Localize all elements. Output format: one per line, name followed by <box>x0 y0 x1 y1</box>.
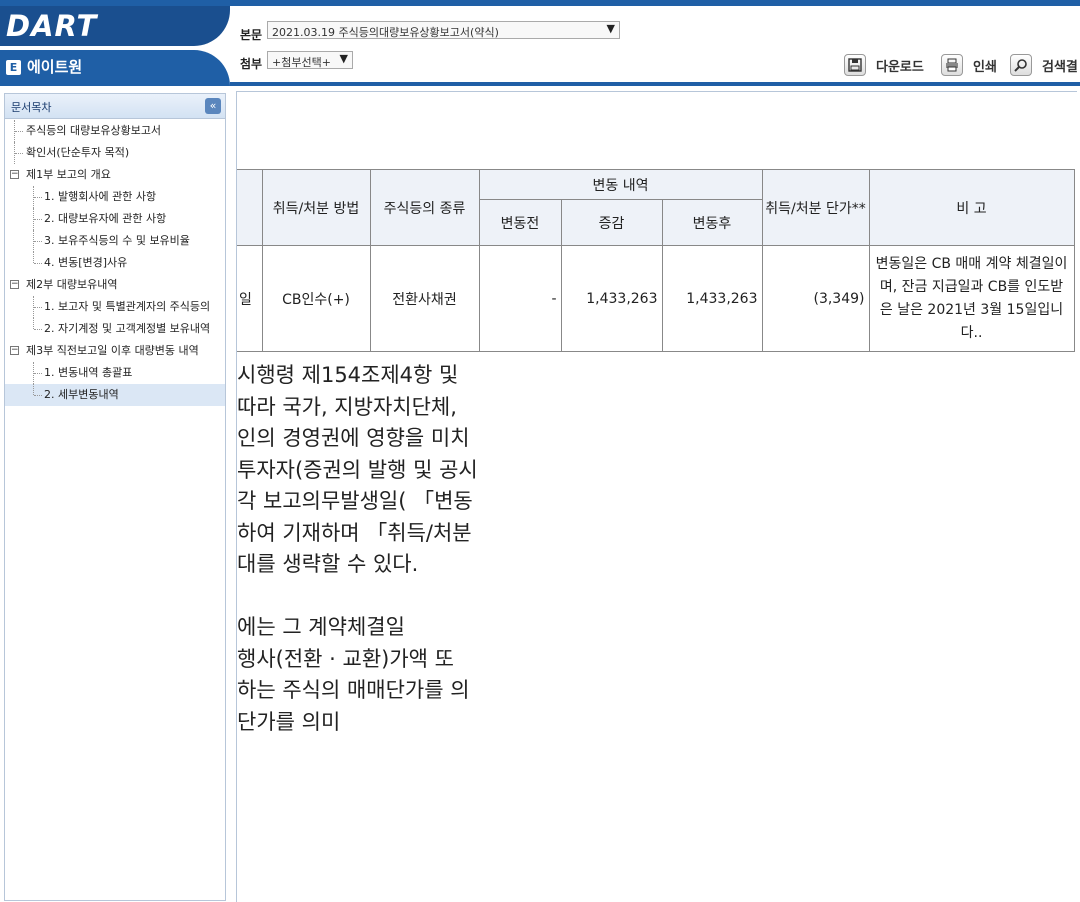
footnote-line: 하는 주식의 매매단가를 의 <box>237 678 470 702</box>
toc-section[interactable]: − 제1부 보고의 개요 <box>5 164 225 186</box>
toc-item[interactable]: 2. 자기계정 및 고객계정별 보유내역 <box>5 318 225 340</box>
price-cell: (3,349) <box>761 245 870 352</box>
collapse-sidebar-button[interactable]: « <box>205 98 221 114</box>
company-banner: E 에이트원 <box>0 50 230 86</box>
toc-item[interactable]: 4. 변동[변경]사유 <box>5 252 225 274</box>
toc-item[interactable]: 주식등의 대량보유상황보고서 <box>5 120 225 142</box>
table-row: 일 CB인수(+) 전환사채권 - 1,433,263 1,433,263 (3… <box>237 245 1075 352</box>
footnote-line: 하여 기재하며 「취득/처분 <box>237 520 472 545</box>
search-button[interactable]: 검색결 <box>1010 52 1078 78</box>
price-header: 취득/처분 단가** <box>761 169 870 246</box>
main-doc-label: 본문 <box>240 28 263 42</box>
toc-item[interactable]: 3. 보유주식등의 수 및 보유비율 <box>5 230 225 252</box>
collapse-toggle-icon[interactable]: − <box>10 346 19 355</box>
brand-area: DART E 에이트원 <box>0 6 230 90</box>
attachment-select-value: +첨부선택+ <box>272 56 331 69</box>
download-button[interactable]: 다운로드 <box>844 52 924 78</box>
footnote-line: 인의 경영권에 영향을 미치 <box>237 426 470 450</box>
footnote-line: 따라 국가, 지방자치단체, <box>237 394 457 419</box>
toc-item[interactable]: 2. 대량보유자에 관한 사항 <box>5 208 225 230</box>
toc-item[interactable]: 1. 변동내역 총괄표 <box>5 362 225 384</box>
company-icon: E <box>6 60 21 75</box>
toc-item[interactable]: 1. 보고자 및 특별관계자의 주식등의 <box>5 296 225 318</box>
document-toolbar: 본문 2021.03.19 주식등의대량보유상황보고서(약식) ▼ 첨부 +첨부… <box>230 6 1080 84</box>
toc-item[interactable]: 확인서(단순투자 목적) <box>5 142 225 164</box>
toc-header: 문서목차 « <box>5 94 225 119</box>
toc-item[interactable]: 1. 발행회사에 관한 사항 <box>5 186 225 208</box>
note-header: 비 고 <box>868 169 1075 246</box>
header-divider <box>230 82 1080 86</box>
dart-logo: DART <box>6 9 98 43</box>
logo-banner[interactable]: DART <box>0 6 230 46</box>
kind-header: 주식등의 종류 <box>369 169 480 246</box>
main-doc-select[interactable]: 2021.03.19 주식등의대량보유상황보고서(약식) ▼ <box>267 21 620 39</box>
company-name: 에이트원 <box>27 58 83 76</box>
collapse-toggle-icon[interactable]: − <box>10 170 19 179</box>
main-doc-select-value: 2021.03.19 주식등의대량보유상황보고서(약식) <box>272 26 499 39</box>
chevron-down-icon: ▼ <box>339 52 348 65</box>
cut-off-header-cell <box>237 169 263 246</box>
toc-item-selected[interactable]: 2. 세부변동내역 <box>5 384 225 406</box>
printer-icon <box>941 54 963 76</box>
after-header: 변동후 <box>661 199 763 246</box>
kind-cell: 전환사채권 <box>369 245 480 352</box>
method-cell: CB인수(+) <box>261 245 371 352</box>
change-detail-table: 취득/처분 방법 주식등의 종류 변동 내역 취득/처분 단가** 비 고 변동… <box>237 169 1075 352</box>
save-icon <box>844 54 866 76</box>
footnote-line: 시행령 제154조제4항 및 <box>237 363 459 387</box>
note-cell: 변동일은 CB 매매 계약 체결일이며, 잔금 지급일과 CB를 인도받은 날은… <box>868 245 1075 352</box>
collapse-toggle-icon[interactable]: − <box>10 280 19 289</box>
footnote-line: 각 보고의무발생일( 「변동 <box>237 489 473 513</box>
method-header: 취득/처분 방법 <box>261 169 371 246</box>
toc-title: 문서목차 <box>11 101 52 114</box>
date-cell: 일 <box>237 245 263 352</box>
download-label: 다운로드 <box>876 59 924 75</box>
search-label: 검색결 <box>1042 59 1078 75</box>
toc-section[interactable]: − 제3부 직전보고일 이후 대량변동 내역 <box>5 340 225 362</box>
footnote-line: 투자자(증권의 발행 및 공시 <box>237 457 478 482</box>
toc-sidebar: 문서목차 « 주식등의 대량보유상황보고서 확인서(단순투자 목적) − 제1부… <box>4 93 226 901</box>
toc-section[interactable]: − 제2부 대량보유내역 <box>5 274 225 296</box>
footnote-line: 단가를 의미 <box>237 709 341 734</box>
after-cell: 1,433,263 <box>661 245 763 352</box>
attachment-select[interactable]: +첨부선택+ ▼ <box>267 51 353 69</box>
footnote-line: 대를 생략할 수 있다. <box>237 552 419 576</box>
document-viewer[interactable]: 취득/처분 방법 주식등의 종류 변동 내역 취득/처분 단가** 비 고 변동… <box>236 91 1077 902</box>
footnote-line <box>237 581 478 613</box>
toc-tree: 주식등의 대량보유상황보고서 확인서(단순투자 목적) − 제1부 보고의 개요… <box>5 120 225 406</box>
before-cell: - <box>478 245 562 352</box>
print-button[interactable]: 인쇄 <box>941 52 997 78</box>
print-label: 인쇄 <box>973 59 997 75</box>
delta-cell: 1,433,263 <box>560 245 663 352</box>
chevron-down-icon: ▼ <box>606 22 615 35</box>
footnote-text: 시행령 제154조제4항 및 따라 국가, 지방자치단체, 인의 경영권에 영향… <box>237 360 478 738</box>
before-header: 변동전 <box>478 199 562 246</box>
magnifier-icon <box>1010 54 1032 76</box>
footnote-line: 에는 그 계약체결일 <box>237 615 405 639</box>
attachment-label: 첨부 <box>240 57 263 71</box>
footnote-line: 행사(전환 · 교환)가액 또 <box>237 646 454 671</box>
change-group-header: 변동 내역 <box>478 169 763 200</box>
delta-header: 증감 <box>560 199 663 246</box>
